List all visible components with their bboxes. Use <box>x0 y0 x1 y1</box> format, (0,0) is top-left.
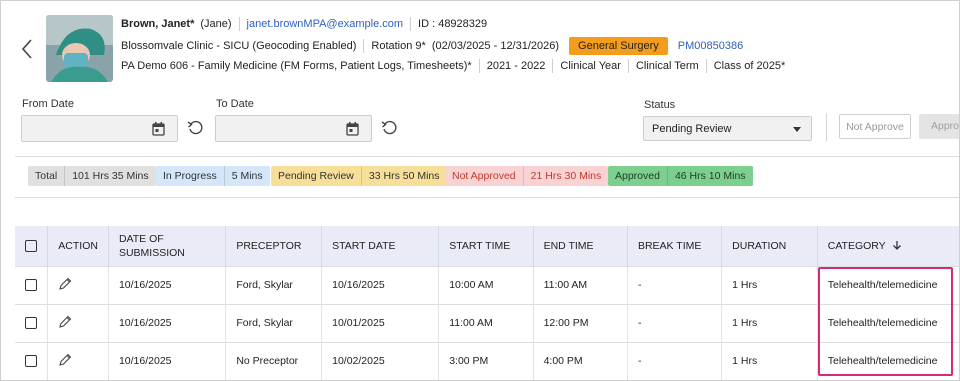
pencil-icon[interactable] <box>58 277 72 291</box>
status-select[interactable]: Pending Review <box>643 116 812 141</box>
chevron-down-icon <box>793 127 801 132</box>
approve-button[interactable]: Approve <box>919 114 959 139</box>
divider <box>15 156 959 157</box>
student-email[interactable]: janet.brownMPA@example.com <box>247 18 403 30</box>
refresh-icon[interactable] <box>187 120 203 136</box>
cell-start-time: 11:00 AM <box>438 303 534 342</box>
cell-break-time: - <box>627 265 723 304</box>
from-date-input[interactable] <box>21 115 178 142</box>
rotation-dates: (02/03/2025 - 12/31/2026) <box>431 40 560 52</box>
cell-duration: 1 Hrs <box>721 303 818 342</box>
arrow-down-icon <box>893 240 902 250</box>
cell-start-time: 10:00 AM <box>438 265 534 304</box>
summary-chip-not-approved: Not Approved 21 Hrs 30 Mins <box>445 166 609 186</box>
to-date-label: To Date <box>216 98 254 110</box>
column-header-preceptor[interactable]: PRECEPTOR <box>225 226 323 266</box>
refresh-icon[interactable] <box>381 120 397 136</box>
column-header-duration[interactable]: DURATION <box>721 226 818 266</box>
rotation-info-line: Blossomvale Clinic - SICU (Geocoding Ena… <box>121 37 743 55</box>
column-header-action: ACTION <box>47 226 109 266</box>
summary-chip-in-progress: In Progress 5 Mins <box>156 166 270 186</box>
cell-break-time: - <box>627 341 723 380</box>
column-header-break-time[interactable]: BREAK TIME <box>627 226 723 266</box>
cell-end-time: 4:00 PM <box>533 341 628 380</box>
divider <box>826 113 827 141</box>
calendar-icon[interactable] <box>152 122 165 136</box>
column-header-category[interactable]: CATEGORY <box>817 226 959 266</box>
avatar <box>46 15 113 82</box>
cell-start-time: 3:00 PM <box>438 341 534 380</box>
column-header-start-time[interactable]: START TIME <box>438 226 534 266</box>
summary-chip-approved: Approved 46 Hrs 10 Mins <box>608 166 753 186</box>
divider <box>15 197 959 198</box>
back-button[interactable] <box>17 35 37 63</box>
row-checkbox[interactable] <box>25 317 37 330</box>
to-date-input[interactable] <box>215 115 372 142</box>
cell-submitted: 10/16/2025 <box>108 303 227 342</box>
clinic-name: Blossomvale Clinic - SICU (Geocoding Ena… <box>121 40 357 52</box>
page-frame: Brown, Janet* (Jane) janet.brownMPA@exam… <box>0 0 960 381</box>
from-date-label: From Date <box>22 98 74 110</box>
row-checkbox[interactable] <box>25 355 37 368</box>
student-name: Brown, Janet* <box>121 18 195 30</box>
table-row: 10/16/2025 Ford, Skylar 10/16/2025 10:00… <box>15 265 959 304</box>
cell-preceptor: Ford, Skylar <box>225 265 323 304</box>
summary-chip-pending-review: Pending Review 33 Hrs 50 Mins <box>271 166 447 186</box>
table-row: 10/16/2025 Ford, Skylar 10/01/2025 11:00… <box>15 303 959 342</box>
student-nickname: (Jane) <box>200 18 232 30</box>
program-info-line: PA Demo 606 - Family Medicine (FM Forms,… <box>121 59 785 73</box>
cell-break-time: - <box>627 303 723 342</box>
cell-category: Telehealth/telemedicine <box>817 303 959 342</box>
specialty-tag: General Surgery <box>569 37 668 55</box>
clinical-term: Clinical Term <box>635 60 699 72</box>
cell-category: Telehealth/telemedicine <box>817 265 959 304</box>
table-row: 10/16/2025 No Preceptor 10/02/2025 3:00 … <box>15 341 959 380</box>
clinical-year: Clinical Year <box>560 60 621 72</box>
cell-duration: 1 Hrs <box>721 265 818 304</box>
status-selected-value: Pending Review <box>652 123 732 135</box>
timesheet-table: ACTION DATE OF SUBMISSION PRECEPTOR STAR… <box>15 226 959 380</box>
select-all-checkbox[interactable] <box>25 239 37 252</box>
cell-start-date: 10/02/2025 <box>321 341 440 380</box>
cell-end-time: 11:00 AM <box>533 265 628 304</box>
pm-code-link[interactable]: PM00850386 <box>678 40 743 52</box>
cell-category: Telehealth/telemedicine <box>817 341 959 380</box>
column-header-date-of-submission[interactable]: DATE OF SUBMISSION <box>108 226 227 266</box>
not-approve-button[interactable]: Not Approve <box>839 114 911 139</box>
program-years: 2021 - 2022 <box>486 60 546 72</box>
row-checkbox[interactable] <box>25 279 37 292</box>
cell-preceptor: Ford, Skylar <box>225 303 323 342</box>
table-header-row: ACTION DATE OF SUBMISSION PRECEPTOR STAR… <box>15 226 959 266</box>
cell-submitted: 10/16/2025 <box>108 265 227 304</box>
cell-duration: 1 Hrs <box>721 341 818 380</box>
class-year: Class of 2025* <box>713 60 786 72</box>
student-id: ID : 48928329 <box>418 18 488 30</box>
status-label: Status <box>644 99 676 111</box>
cell-submitted: 10/16/2025 <box>108 341 227 380</box>
student-info-line: Brown, Janet* (Jane) janet.brownMPA@exam… <box>121 17 487 31</box>
cell-preceptor: No Preceptor <box>225 341 323 380</box>
cell-start-date: 10/01/2025 <box>321 303 440 342</box>
program-name: PA Demo 606 - Family Medicine (FM Forms,… <box>121 60 472 72</box>
cell-end-time: 12:00 PM <box>533 303 628 342</box>
calendar-icon[interactable] <box>346 122 359 136</box>
pencil-icon[interactable] <box>58 353 72 367</box>
column-header-start-date[interactable]: START DATE <box>321 226 440 266</box>
column-header-end-time[interactable]: END TIME <box>533 226 628 266</box>
summary-chip-total: Total 101 Hrs 35 Mins <box>28 166 156 186</box>
chevron-left-icon <box>21 39 32 59</box>
rotation-label: Rotation 9* <box>371 40 426 52</box>
pencil-icon[interactable] <box>58 315 72 329</box>
cell-start-date: 10/16/2025 <box>321 265 440 304</box>
